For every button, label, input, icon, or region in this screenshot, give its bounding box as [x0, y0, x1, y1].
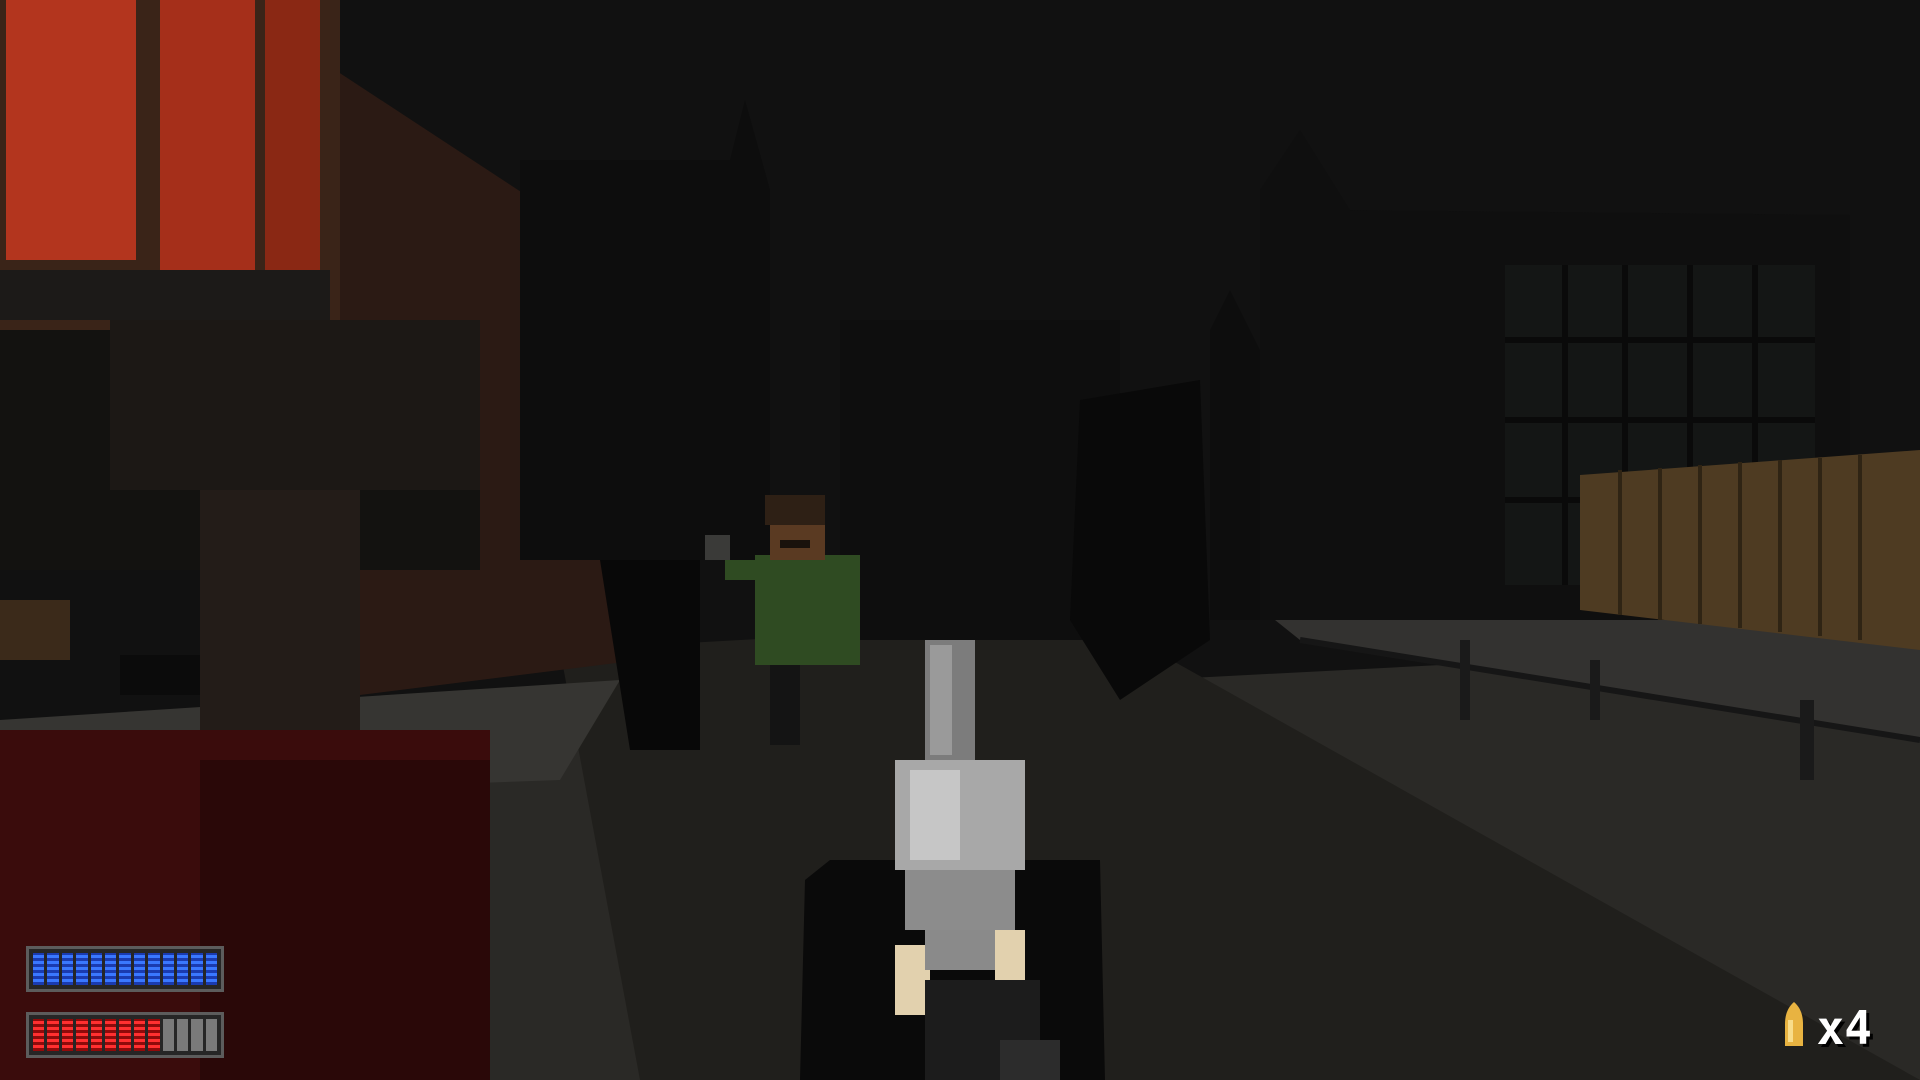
armor-segment — [104, 953, 117, 985]
health-segment — [61, 1019, 74, 1051]
ammo-counter: x4 — [1781, 1000, 1872, 1055]
building-silhouette — [520, 100, 770, 560]
health-segment — [205, 1019, 218, 1051]
red-window — [0, 0, 340, 330]
game-viewport[interactable]: x4 — [0, 0, 1920, 1080]
enemy-weapon — [705, 535, 730, 560]
armor-segment — [205, 953, 218, 985]
armor-segment — [90, 953, 102, 985]
post — [1590, 660, 1600, 720]
shadow-figure — [1070, 380, 1210, 700]
armor-segment — [61, 953, 74, 985]
health-segment — [176, 1019, 189, 1051]
armor-segment — [76, 953, 88, 985]
armor-segment — [133, 953, 146, 985]
ammo-count: x4 — [1816, 1001, 1872, 1055]
health-segment — [104, 1019, 117, 1051]
bullet-icon — [1784, 1002, 1803, 1046]
scene-render — [0, 0, 1920, 1080]
armor-segment — [162, 953, 174, 985]
health-segment — [90, 1019, 102, 1051]
armor-segment — [119, 953, 131, 985]
health-segment — [162, 1019, 174, 1051]
armor-segment — [47, 953, 59, 985]
armor-segment — [148, 953, 160, 985]
armor-segment — [176, 953, 189, 985]
post — [1460, 640, 1470, 720]
health-segment — [47, 1019, 59, 1051]
health-segment — [133, 1019, 146, 1051]
health-segment — [148, 1019, 160, 1051]
armor-segment — [33, 953, 45, 985]
armor-bar — [26, 946, 224, 992]
health-segment — [33, 1019, 45, 1051]
post — [1800, 700, 1814, 780]
health-segment — [119, 1019, 131, 1051]
health-bar — [26, 1012, 224, 1058]
health-segment — [76, 1019, 88, 1051]
health-segment — [191, 1019, 203, 1051]
building-silhouette — [1210, 290, 1260, 620]
armor-segment — [191, 953, 203, 985]
